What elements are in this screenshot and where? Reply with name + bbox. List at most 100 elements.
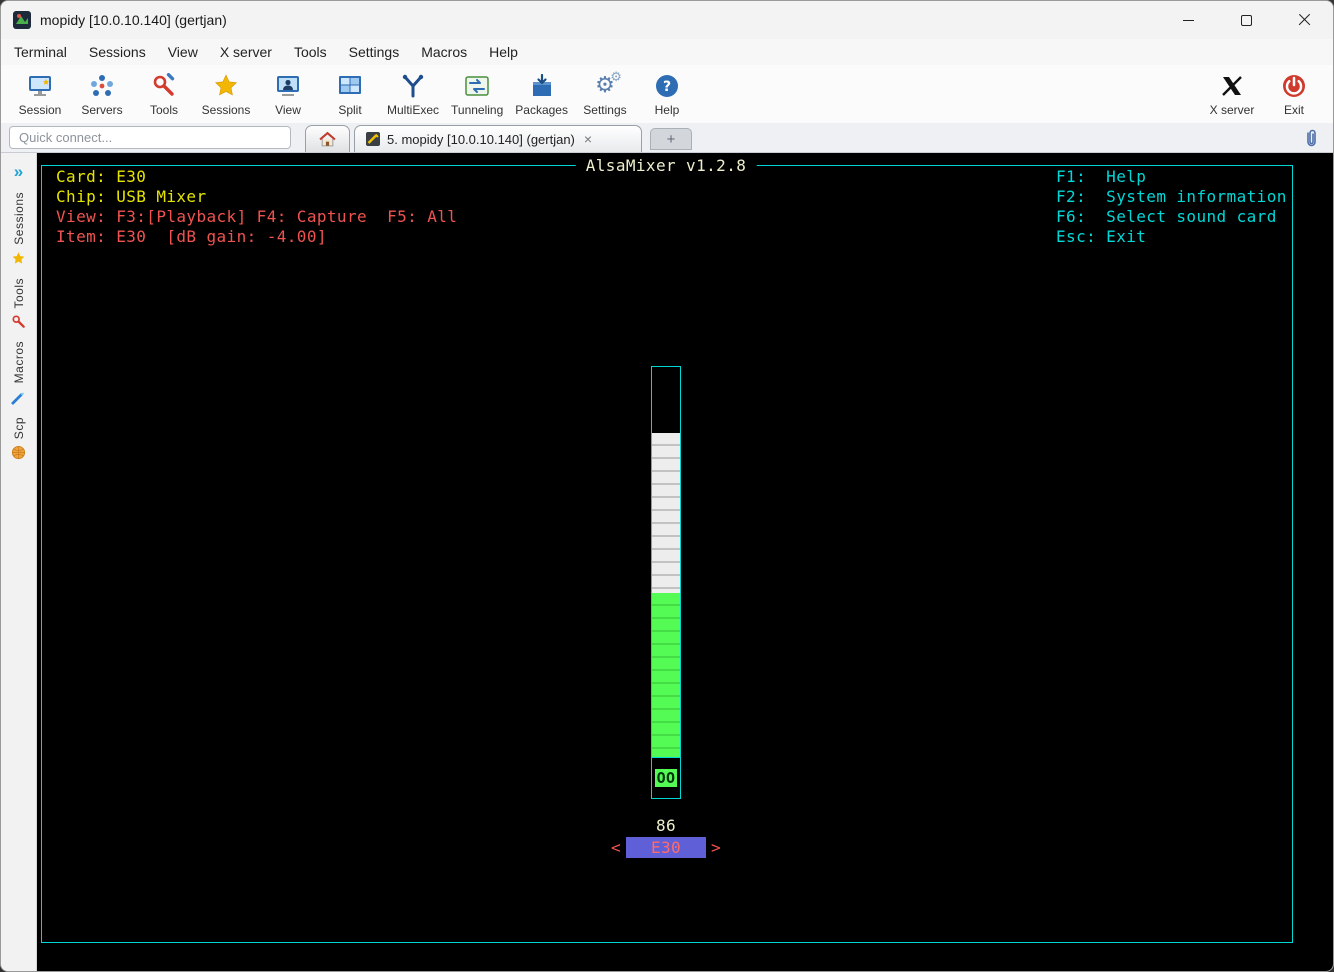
tab-close-icon[interactable]: ×: [582, 132, 594, 146]
sidebar-expand-chevron-icon[interactable]: »: [14, 163, 23, 180]
toolbar-servers-label: Servers: [81, 102, 123, 117]
tab-bar: 5. mopidy [10.0.10.140] (gertjan) × +: [1, 123, 1333, 153]
menu-macros[interactable]: Macros: [410, 41, 478, 63]
toolbar-split-label: Split: [338, 102, 362, 117]
maximize-button[interactable]: [1217, 1, 1275, 39]
titlebar: mopidy [10.0.10.140] (gertjan): [1, 1, 1333, 39]
menu-settings[interactable]: Settings: [338, 41, 411, 63]
left-arrow-glyph: <: [610, 837, 621, 857]
exit-power-icon: [1281, 72, 1307, 100]
sidebar-scp-label: Scp: [11, 416, 26, 439]
sidebar-macros-label: Macros: [11, 341, 26, 384]
toolbar-help-button[interactable]: ? Help: [636, 67, 698, 121]
toolbar-multiexec-button[interactable]: MultiExec: [381, 67, 445, 121]
active-tab-label: 5. mopidy [10.0.10.140] (gertjan): [387, 131, 575, 147]
mobaxterm-logo-icon: [13, 11, 31, 29]
volume-bar: OO: [651, 366, 681, 799]
toolbar-help-label: Help: [654, 102, 680, 117]
toolbar-multiexec-label: MultiExec: [387, 102, 440, 117]
tunneling-icon: [464, 72, 490, 100]
mute-indicator-cell: OO: [652, 758, 680, 798]
chip-line: Chip: USB Mixer: [56, 187, 207, 206]
card-line: Card: E30: [56, 167, 147, 186]
toolbar-session-label: Session: [18, 102, 62, 117]
active-session-tab[interactable]: 5. mopidy [10.0.10.140] (gertjan) ×: [354, 125, 642, 152]
menu-x-server[interactable]: X server: [209, 41, 283, 63]
sidebar-item-scp[interactable]: Scp: [11, 417, 26, 460]
plus-icon: +: [666, 130, 676, 148]
toolbar-sessions-button[interactable]: Sessions: [195, 67, 257, 121]
servers-icon: [89, 72, 115, 100]
maximize-icon: [1240, 14, 1252, 26]
window-controls: [1159, 1, 1333, 39]
view-icon: [275, 72, 301, 100]
app-window: mopidy [10.0.10.140] (gertjan) Terminal …: [0, 0, 1334, 972]
toolbar-exit-button[interactable]: Exit: [1263, 67, 1325, 121]
sidebar-item-sessions[interactable]: Sessions: [11, 192, 26, 266]
selected-control: < E30 >: [596, 837, 736, 858]
star-icon: [11, 251, 26, 266]
toolbar-xserver-button[interactable]: X server: [1201, 67, 1263, 121]
menu-help[interactable]: Help: [478, 41, 529, 63]
svg-text:?: ?: [663, 79, 671, 95]
mute-state-indicator: OO: [654, 769, 678, 787]
volume-percent-value: 86: [655, 816, 677, 835]
macros-pen-icon: [11, 390, 26, 405]
sidebar-item-tools[interactable]: Tools: [11, 278, 26, 330]
menu-tools[interactable]: Tools: [283, 41, 338, 63]
view-line: View: F3:[Playback] F4: Capture F5: All: [56, 207, 458, 226]
alsamixer-help: F1: Help F2: System information F6: Sele…: [1056, 167, 1287, 247]
xserver-icon: [1219, 72, 1245, 100]
minimize-button[interactable]: [1159, 1, 1217, 39]
toolbar-settings-label: Settings: [583, 102, 627, 117]
sidebar-sessions-label: Sessions: [11, 192, 26, 245]
sidebar-item-macros[interactable]: Macros: [11, 341, 26, 405]
menu-sessions[interactable]: Sessions: [78, 41, 157, 63]
help-f1: F1: Help: [1056, 167, 1147, 186]
selected-control-name: E30: [626, 837, 706, 858]
window-title: mopidy [10.0.10.140] (gertjan): [40, 12, 227, 28]
toolbar-tools-label: Tools: [149, 102, 178, 117]
toolbar-packages-label: Packages: [515, 102, 568, 117]
left-sidebar: » Sessions Tools Macros Scp: [1, 153, 37, 971]
toolbar-session-button[interactable]: Session: [9, 67, 71, 121]
item-line: Item: E30 [dB gain: -4.00]: [56, 227, 327, 246]
home-tab[interactable]: [305, 125, 350, 152]
tools-small-icon: [11, 314, 26, 329]
menubar: Terminal Sessions View X server Tools Se…: [1, 39, 1333, 65]
help-f6: F6: Select sound card: [1056, 207, 1277, 226]
toolbar-tunneling-label: Tunneling: [451, 102, 504, 117]
attachments-paperclip-icon[interactable]: [1303, 128, 1319, 148]
alsamixer-title: AlsaMixer v1.2.8: [575, 156, 757, 176]
session-icon: [27, 72, 53, 100]
toolbar-xserver-label: X server: [1209, 102, 1255, 117]
packages-icon: [529, 72, 555, 100]
menu-terminal[interactable]: Terminal: [3, 41, 78, 63]
main-area: » Sessions Tools Macros Scp AlsaMixer v1…: [1, 153, 1333, 971]
help-f2: F2: System information: [1056, 187, 1287, 206]
toolbar-exit-label: Exit: [1283, 102, 1304, 117]
toolbar-packages-button[interactable]: Packages: [509, 67, 574, 121]
help-icon: ?: [654, 72, 680, 100]
toolbar-view-button[interactable]: View: [257, 67, 319, 121]
volume-bar-green-segment: [652, 593, 680, 757]
quick-connect-input[interactable]: [9, 126, 291, 149]
toolbar-tunneling-button[interactable]: Tunneling: [445, 67, 509, 121]
volume-bar-column: [652, 367, 680, 757]
home-icon: [319, 131, 336, 148]
new-tab-button[interactable]: +: [650, 128, 692, 150]
toolbar-tools-button[interactable]: Tools: [133, 67, 195, 121]
toolbar-settings-button[interactable]: ⚙ ⚙ Settings: [574, 67, 636, 121]
sessions-star-icon: [213, 72, 239, 100]
help-esc: Esc: Exit: [1056, 227, 1147, 246]
tools-icon: [151, 72, 177, 100]
right-arrow-glyph: >: [711, 837, 722, 857]
toolbar-sessions-label: Sessions: [201, 102, 251, 117]
terminal-screen[interactable]: AlsaMixer v1.2.8 Card: E30 Chip: USB Mix…: [37, 153, 1333, 971]
volume-bar-empty-segment: [652, 367, 680, 433]
toolbar-split-button[interactable]: Split: [319, 67, 381, 121]
menu-view[interactable]: View: [157, 41, 209, 63]
split-icon: [337, 72, 363, 100]
toolbar-servers-button[interactable]: Servers: [71, 67, 133, 121]
close-button[interactable]: [1275, 1, 1333, 39]
